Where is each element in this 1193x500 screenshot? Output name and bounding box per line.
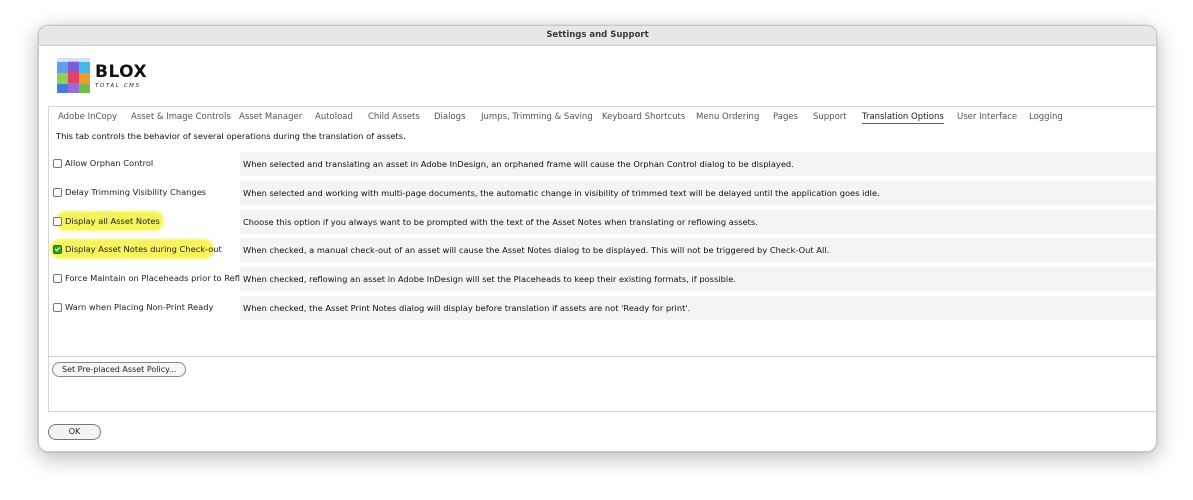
tab-keyboard-shortcuts[interactable]: Keyboard Shortcuts — [602, 112, 685, 122]
force-maintain-placeheads-checkbox[interactable]: Force Maintain on Placeheads prior to Re… — [53, 270, 252, 286]
tab-pages[interactable]: Pages — [773, 112, 798, 122]
checkbox-box[interactable] — [53, 302, 62, 312]
warn-non-print-ready-checkbox[interactable]: Warn when Placing Non-Print Ready — [53, 299, 213, 315]
option-label: Force Maintain on Placeheads prior to Re… — [65, 273, 252, 283]
option-row: Display all Asset Notes Choose this opti… — [49, 210, 1156, 234]
tab-panel: Adobe InCopy Asset & Image Controls Asse… — [48, 106, 1156, 412]
window-title: Settings and Support — [39, 26, 1156, 46]
checkbox-box[interactable] — [53, 187, 62, 197]
divider — [49, 356, 1156, 357]
ok-button[interactable]: OK — [48, 424, 101, 440]
settings-window: Settings and Support BLOX TOTAL CMS Adob… — [38, 25, 1157, 452]
checkbox-box-checked[interactable] — [53, 244, 62, 254]
tab-jumps-trimming-saving[interactable]: Jumps, Trimming & Saving — [481, 112, 593, 122]
option-description: Choose this option if you always want to… — [240, 210, 1156, 234]
tab-bar: Adobe InCopy Asset & Image Controls Asse… — [49, 107, 1156, 129]
logo-brand: BLOX — [95, 62, 148, 82]
option-row: Display Asset Notes during Check-out Whe… — [49, 238, 1156, 262]
option-label: Warn when Placing Non-Print Ready — [65, 302, 214, 312]
tab-menu-ordering[interactable]: Menu Ordering — [696, 112, 759, 122]
option-description: When checked, the Asset Print Notes dial… — [240, 296, 1156, 320]
option-description: When selected and working with multi-pag… — [240, 181, 1156, 205]
set-preplaced-asset-policy-button[interactable]: Set Pre-placed Asset Policy... — [52, 362, 187, 377]
tab-translation-options[interactable]: Translation Options — [862, 112, 944, 124]
blox-logo: BLOX TOTAL CMS — [55, 57, 155, 97]
tab-user-interface[interactable]: User Interface — [957, 112, 1017, 122]
option-row: Force Maintain on Placeheads prior to Re… — [49, 267, 1156, 291]
tab-child-assets[interactable]: Child Assets — [368, 112, 420, 122]
option-description: When checked, a manual check-out of an a… — [240, 238, 1156, 262]
option-row: Delay Trimming Visibility Changes When s… — [49, 181, 1156, 205]
tab-asset-image-controls[interactable]: Asset & Image Controls — [131, 112, 231, 122]
option-label: Allow Orphan Control — [65, 158, 154, 168]
option-row: Allow Orphan Control When selected and t… — [49, 152, 1156, 176]
tab-logging[interactable]: Logging — [1029, 112, 1063, 122]
checkbox-box[interactable] — [53, 158, 62, 168]
display-asset-notes-checkout-checkbox[interactable]: Display Asset Notes during Check-out — [50, 239, 222, 259]
option-description: When checked, reflowing an asset in Adob… — [240, 267, 1156, 291]
delay-trimming-visibility-checkbox[interactable]: Delay Trimming Visibility Changes — [53, 184, 206, 200]
tab-asset-manager[interactable]: Asset Manager — [239, 112, 302, 122]
option-label: Display all Asset Notes — [65, 216, 160, 226]
tab-adobe-incopy[interactable]: Adobe InCopy — [58, 112, 117, 122]
checkbox-box[interactable] — [53, 273, 62, 283]
logo-subtitle: TOTAL CMS — [95, 83, 141, 89]
option-row: Warn when Placing Non-Print Ready When c… — [49, 296, 1156, 320]
option-label: Delay Trimming Visibility Changes — [65, 187, 207, 197]
allow-orphan-control-checkbox[interactable]: Allow Orphan Control — [53, 155, 153, 171]
checkbox-box[interactable] — [53, 216, 62, 226]
tab-description: This tab controls the behavior of severa… — [56, 131, 406, 141]
tab-autoload[interactable]: Autoload — [315, 112, 353, 122]
option-description: When selected and translating an asset i… — [240, 152, 1156, 176]
tab-support[interactable]: Support — [813, 112, 847, 122]
option-label: Display Asset Notes during Check-out — [65, 244, 222, 254]
display-all-asset-notes-checkbox[interactable]: Display all Asset Notes — [53, 211, 164, 231]
cube-logo-icon — [57, 58, 90, 93]
tab-dialogs[interactable]: Dialogs — [434, 112, 466, 122]
